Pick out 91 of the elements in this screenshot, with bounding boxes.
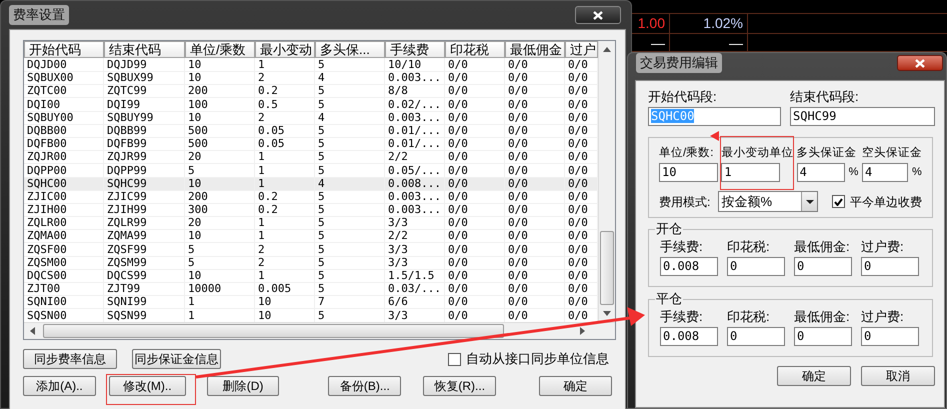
dialog-button[interactable]: 添加(A).. xyxy=(23,376,96,396)
field-label: 最低佣金: xyxy=(794,309,851,324)
dialog-button[interactable]: 确定 xyxy=(777,366,851,386)
input-field[interactable]: 0 xyxy=(861,327,919,346)
field-label: 开始代码段: xyxy=(648,89,718,104)
dialog-button[interactable]: 同步保证金信息 xyxy=(132,349,221,369)
table-row[interactable]: SQNI00 SQNI99 1 10 7 6/6 0/0 0/0 0/0 xyxy=(24,295,598,309)
field-label: 手续费: xyxy=(660,309,704,324)
input-field[interactable]: 10 xyxy=(659,163,718,182)
column-header[interactable]: 多头保... xyxy=(315,41,385,58)
close-button[interactable] xyxy=(897,55,943,71)
column-header[interactable]: 单位/乘数 xyxy=(185,41,255,58)
vertical-scrollbar[interactable] xyxy=(598,41,615,321)
left-arrow-icon xyxy=(30,327,35,335)
up-arrow-icon xyxy=(603,47,611,52)
table-row[interactable]: SQBUX00 SQBUX99 10 2 4 0.003... 0/0 0/0 0/0 xyxy=(24,71,598,84)
input-field[interactable]: 0 xyxy=(861,257,919,276)
input-field[interactable]: 0 xyxy=(794,327,852,346)
table-row[interactable]: ZQJR00 ZQJR99 20 1 5 2/2 0/0 0/0 0/0 xyxy=(24,150,598,164)
table-row[interactable]: ZQMA00 ZQMA99 10 1 5 2/2 0/0 0/0 0/0 xyxy=(24,229,598,243)
checkbox-label: 自动从接口同步单位信息 xyxy=(466,350,609,368)
input-field[interactable]: 4 xyxy=(862,163,908,182)
input-field[interactable]: SQHC99 xyxy=(790,107,935,126)
dialog-button[interactable]: 备份(B)... xyxy=(328,376,402,396)
group-title: 开仓 xyxy=(655,221,683,236)
dialog-button[interactable]: 取消 xyxy=(861,366,935,386)
close-button[interactable] xyxy=(575,6,621,24)
input-field[interactable]: 0 xyxy=(794,257,852,276)
quote-value: — xyxy=(651,34,665,52)
checkbox[interactable] xyxy=(832,195,845,208)
checkbox[interactable] xyxy=(448,352,461,366)
right-arrow-icon xyxy=(580,327,585,335)
input-field[interactable]: 0 xyxy=(727,327,785,346)
scrollbar-thumb[interactable] xyxy=(43,324,504,338)
field-label: 过户费: xyxy=(861,309,905,324)
quote-value: — xyxy=(729,34,743,52)
column-header[interactable]: 手续费 xyxy=(385,41,445,58)
unit-suffix: % xyxy=(848,165,858,180)
triangle-marker xyxy=(710,131,719,141)
field-label: 多头保证金 xyxy=(796,146,857,161)
dropdown[interactable]: 按金额% xyxy=(718,191,818,212)
column-header[interactable]: 最低佣金 xyxy=(505,41,565,58)
table-row[interactable]: ZJT00 ZJT99 10000 0.005 5 0.03/... 0/0 0/0 0/0 xyxy=(24,282,598,296)
column-header[interactable]: 印花税 xyxy=(445,41,505,58)
close-icon xyxy=(593,10,603,20)
table-row[interactable]: DQJD00 DQJD99 10 1 5 10/10 0/0 0/0 0/0 xyxy=(24,58,598,72)
input-field[interactable]: 0 xyxy=(727,257,785,276)
field-label: 最低佣金: xyxy=(794,239,851,254)
horizontal-scrollbar[interactable] xyxy=(24,322,615,339)
table-row[interactable]: DQPP00 DQPP99 5 1 5 0.05/... 0/0 0/0 0/0 xyxy=(24,164,598,177)
dropdown-arrow-icon xyxy=(806,200,814,204)
window-title: 费率设置 xyxy=(9,5,69,25)
column-header[interactable]: 最小变动 xyxy=(255,41,315,58)
dialog-button[interactable]: 删除(D) xyxy=(206,376,280,396)
field-label: 最小变动单位 xyxy=(721,146,794,161)
field-label: 空头保证金 xyxy=(862,146,922,161)
input-field[interactable]: 0.008 xyxy=(660,327,718,346)
close-icon xyxy=(915,58,925,68)
scrollbar-thumb[interactable] xyxy=(600,231,614,305)
down-arrow-icon xyxy=(603,311,611,316)
input-field[interactable]: 4 xyxy=(796,163,845,182)
check-icon xyxy=(834,198,843,206)
column-header[interactable]: 过户 xyxy=(565,41,598,58)
unit-suffix: % xyxy=(912,165,922,180)
field-label: 过户费: xyxy=(861,239,905,254)
column-header[interactable]: 开始代码 xyxy=(24,41,104,58)
input-field[interactable]: 1 xyxy=(721,163,780,182)
field-label: 印花税: xyxy=(727,239,771,254)
checkbox-label: 平今单边收费 xyxy=(850,194,922,210)
quote-value: 1.02% xyxy=(703,14,743,33)
field-label: 费用模式: xyxy=(659,194,712,210)
field-label: 结束代码段: xyxy=(790,89,860,104)
dialog-button[interactable]: 修改(M).. xyxy=(108,376,186,396)
dialog-button[interactable]: 同步费率信息 xyxy=(23,349,117,369)
table-row[interactable]: ZQLR00 ZQLR99 20 1 5 3/3 0/0 0/0 0/0 xyxy=(24,216,598,230)
field-label: 印花税: xyxy=(727,309,771,324)
field-label: 手续费: xyxy=(660,239,704,254)
window-title: 交易费用编辑 xyxy=(636,53,722,73)
table-row[interactable]: ZQSF00 ZQSF99 5 2 5 3/3 0/0 0/0 0/0 xyxy=(24,242,598,256)
input-field[interactable]: 0.008 xyxy=(660,257,718,276)
table-row[interactable]: DQCS00 DQCS99 10 1 5 1.5/1.5 0/0 0/0 0/0 xyxy=(24,269,598,282)
table-row[interactable]: DQFB00 DQFB99 500 0.05 5 0.01/... 0/0 0/0 0/0 xyxy=(24,137,598,150)
dialog-button[interactable]: 恢复(R)... xyxy=(423,376,496,396)
column-header[interactable]: 结束代码 xyxy=(104,41,185,58)
table-row[interactable]: DQI00 DQI99 100 0.5 5 0.02/... 0/0 0/0 0/0 xyxy=(24,98,598,111)
group-title: 平仓 xyxy=(655,291,683,306)
table-row[interactable]: ZJIH00 ZJIH99 300 0.2 5 0.003... 0/0 0/0 0/0 xyxy=(24,203,598,216)
quote-value: 1.00 xyxy=(638,14,665,33)
field-label: 单位/乘数: xyxy=(659,146,714,161)
table-row[interactable]: ZQTC00 ZQTC99 200 0.2 5 8/8 0/0 0/0 0/0 xyxy=(24,84,598,98)
dialog-button[interactable]: 确定 xyxy=(539,376,612,396)
